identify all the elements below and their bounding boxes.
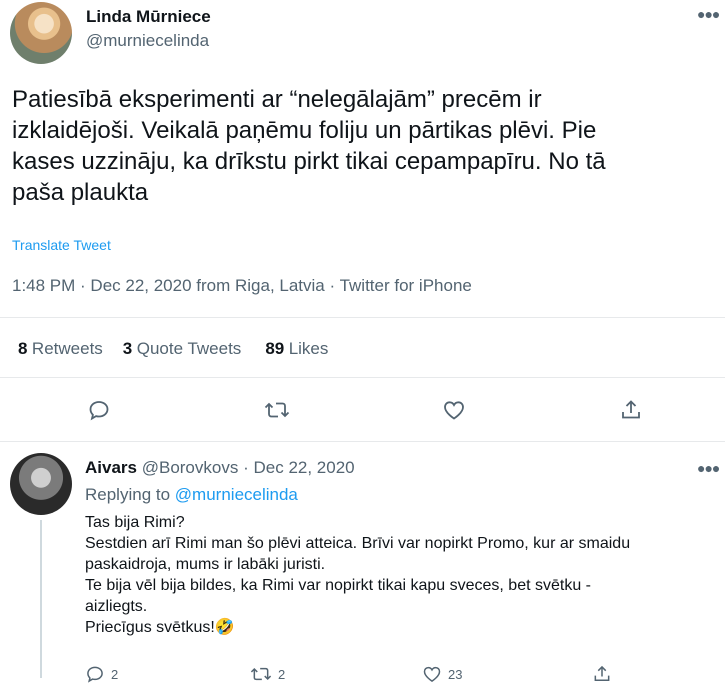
reply-retweet-button[interactable]: 2 — [250, 664, 285, 684]
translate-tweet-link[interactable]: Translate Tweet — [12, 237, 111, 253]
main-tweet-text: Patiesībā eksperimenti ar “nelegālajām” … — [12, 84, 712, 208]
reply-like-count: 23 — [448, 666, 463, 682]
reply-author-name[interactable]: Aivars — [85, 458, 137, 477]
quote-tweets-count: 3 — [122, 339, 133, 358]
likes-stat[interactable]: 89 Likes — [265, 339, 328, 359]
separator-dot: · — [243, 458, 249, 477]
reply-icon — [87, 666, 103, 683]
retweet-icon[interactable] — [263, 396, 291, 424]
reply-header: Aivars @Borovkovs · Dec 22, 2020 — [85, 458, 355, 478]
reply-line: Te bija vēl bija bildes, ka Rimi var nop… — [85, 577, 591, 594]
more-icon[interactable]: ●●● — [697, 6, 720, 22]
reply-retweet-count: 2 — [278, 666, 286, 682]
reply-icon[interactable] — [85, 396, 113, 424]
share-icon — [594, 665, 610, 681]
main-author-avatar[interactable] — [10, 2, 72, 64]
thread-line — [40, 520, 42, 678]
retweets-label: Retweets — [31, 339, 103, 358]
main-tweet-line: paša plaukta — [12, 179, 149, 206]
main-author-name[interactable]: Linda Mūrniece — [86, 7, 211, 27]
replying-to: Replying to @murniecelinda — [85, 485, 298, 505]
reply-reply-button[interactable]: 2 — [85, 664, 118, 684]
reply-line: aizliegts. — [85, 598, 148, 615]
main-tweet-line: izklaidējoši. Veikalā paņēmu foliju un p… — [12, 117, 597, 144]
quote-tweets-stat[interactable]: 3 Quote Tweets — [123, 339, 242, 359]
divider — [0, 441, 725, 442]
stats-row: 8 Retweets 3 Quote Tweets 89 Likes — [18, 339, 328, 359]
reply-reply-count: 2 — [111, 666, 119, 682]
more-icon[interactable]: ●●● — [697, 460, 720, 476]
reply-line: paskaidroja, mums ir labāki juristi. — [85, 556, 326, 573]
reply-author-handle[interactable]: @Borovkovs — [142, 458, 239, 477]
main-tweet-line: kases uzzināju, ka drīkstu pirkt tikai c… — [12, 148, 606, 175]
replying-to-handle[interactable]: @murniecelinda — [175, 485, 298, 504]
retweets-stat[interactable]: 8 Retweets — [18, 339, 103, 359]
reply-line: Priecīgus svētkus!🤣 — [85, 619, 235, 636]
reply-author-avatar[interactable] — [10, 453, 72, 515]
likes-label: Likes — [288, 339, 329, 358]
likes-count: 89 — [265, 339, 285, 358]
retweets-count: 8 — [18, 339, 28, 358]
replying-prefix: Replying to — [85, 485, 171, 504]
divider — [0, 377, 725, 378]
tweet-timestamp[interactable]: 1:48 PM · Dec 22, 2020 from Riga, Latvia… — [12, 276, 472, 296]
main-tweet-line: Patiesībā eksperimenti ar “nelegālajām” … — [12, 86, 542, 113]
share-icon[interactable] — [617, 396, 645, 424]
quote-tweets-label: Quote Tweets — [136, 339, 242, 358]
reply-like-button[interactable]: 23 — [422, 664, 462, 684]
reply-date[interactable]: Dec 22, 2020 — [253, 458, 354, 477]
reply-text: Tas bija Rimi? Sestdien arī Rimi man šo … — [85, 512, 705, 638]
main-author-handle[interactable]: @murniecelinda — [86, 31, 209, 51]
reply-share-button[interactable] — [592, 664, 612, 684]
retweet-icon — [250, 667, 272, 681]
divider — [0, 317, 725, 318]
like-icon[interactable] — [440, 396, 468, 424]
reply-line: Tas bija Rimi? — [85, 514, 185, 531]
reply-line: Sestdien arī Rimi man šo plēvi atteica. … — [85, 535, 631, 552]
like-icon — [423, 666, 441, 682]
